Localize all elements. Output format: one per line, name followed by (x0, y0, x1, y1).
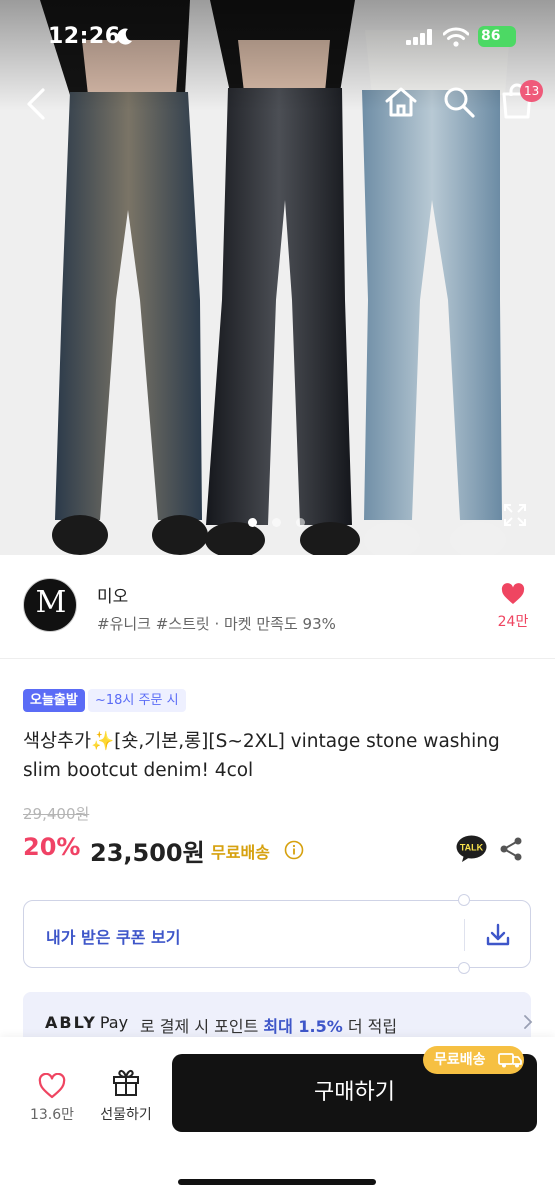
home-icon[interactable] (383, 84, 419, 120)
gallery-dot[interactable] (272, 518, 281, 527)
sale-price: 23,500원 (90, 839, 205, 867)
home-indicator (178, 1179, 376, 1185)
heart-icon[interactable] (38, 1073, 66, 1099)
gift-label: 선물하기 (100, 1107, 152, 1123)
info-icon[interactable] (284, 840, 304, 860)
status-bar: 12:26 86 (0, 18, 555, 58)
coupon-label: 내가 받은 쿠폰 보기 (46, 928, 181, 947)
discount-rate: 20% (23, 833, 81, 861)
chevron-right-icon (524, 1015, 533, 1029)
truck-icon (498, 1053, 522, 1068)
coupon-notch (458, 894, 470, 906)
svg-text:TALK: TALK (460, 843, 484, 853)
coupon-notch (458, 962, 470, 974)
seller-tags: #유니크 #스트릿 · 마켓 만족도 93% (97, 615, 336, 633)
free-shipping-label: 무료배송 (211, 843, 270, 862)
download-icon[interactable] (484, 921, 512, 949)
seller-name[interactable]: 미오 (97, 582, 128, 607)
search-icon[interactable] (441, 84, 477, 120)
product-title: 색상추가✨[숏,기본,롱][S~2XL] vintage stone washi… (23, 731, 500, 781)
coupon-divider (464, 919, 465, 951)
coupon-button[interactable]: 내가 받은 쿠폰 보기 (23, 894, 531, 974)
wifi-icon (443, 27, 469, 47)
ably-pay-logo: ABLY Pay (45, 1013, 129, 1032)
back-icon[interactable] (22, 86, 52, 122)
cart-count-badge: 13 (520, 80, 544, 102)
today-delivery-badge: 오늘출발 (23, 689, 85, 712)
share-icon[interactable] (498, 836, 524, 862)
product-image-gallery[interactable]: 12:26 86 13 (0, 0, 555, 555)
gallery-dot[interactable] (296, 518, 305, 527)
gift-icon[interactable] (111, 1067, 141, 1097)
ably-pay-text: 로 결제 시 포인트 최대 1.5% 더 적립 (140, 1017, 398, 1036)
heart-icon[interactable] (501, 583, 525, 605)
original-price: 29,400원 (23, 805, 90, 823)
expand-icon[interactable] (502, 502, 528, 528)
moon-icon (117, 28, 132, 45)
seller-row[interactable]: M 미오 #유니크 #스트릿 · 마켓 만족도 93% 24만 (0, 555, 555, 659)
delivery-cutoff-note: ~18시 주문 시 (88, 689, 186, 712)
gallery-dot[interactable] (248, 518, 257, 527)
seller-logo[interactable]: M (23, 578, 77, 632)
battery-indicator: 86 (478, 26, 516, 47)
kakaotalk-icon[interactable]: TALK (456, 835, 487, 863)
seller-like-count: 24만 (497, 614, 529, 630)
clock: 12:26 (48, 24, 121, 49)
wish-count: 13.6만 (29, 1107, 75, 1123)
signal-icon (406, 29, 432, 45)
bottom-action-bar: 13.6만 선물하기 구매하기 무료배송 (0, 1037, 555, 1200)
